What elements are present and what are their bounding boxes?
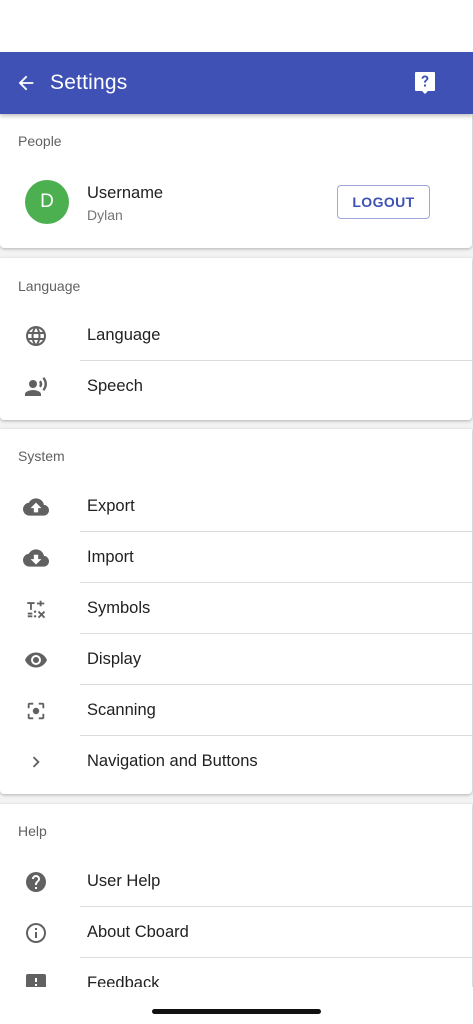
settings-item-export[interactable]: Export bbox=[0, 481, 472, 532]
settings-item-speech[interactable]: Speech bbox=[0, 361, 472, 412]
cloud-upload-icon bbox=[22, 494, 50, 520]
help-button[interactable] bbox=[411, 69, 439, 97]
feedback-icon bbox=[22, 971, 50, 987]
item-label: Symbols bbox=[87, 599, 151, 617]
item-label: Scanning bbox=[87, 701, 156, 719]
people-section: People D Username Dylan LOGOUT bbox=[0, 114, 472, 248]
settings-item-language[interactable]: Language bbox=[0, 310, 472, 361]
help-section: Help User Help About Cboard Feedback bbox=[0, 804, 472, 987]
item-label: Language bbox=[87, 326, 161, 344]
status-bar bbox=[0, 0, 473, 52]
settings-item-about[interactable]: About Cboard bbox=[0, 907, 472, 958]
arrow-back-icon bbox=[18, 75, 34, 91]
help-icon bbox=[415, 72, 435, 94]
item-label: Navigation and Buttons bbox=[87, 752, 258, 770]
item-label: About Cboard bbox=[87, 923, 189, 941]
eye-icon bbox=[22, 647, 50, 673]
section-title: Language bbox=[18, 278, 81, 294]
item-label: Import bbox=[87, 548, 134, 566]
item-label: Export bbox=[87, 497, 135, 515]
language-section: Language Language Speech bbox=[0, 258, 472, 420]
section-title: System bbox=[18, 448, 65, 464]
section-title: Help bbox=[18, 823, 47, 839]
item-label: User Help bbox=[87, 872, 161, 890]
back-button[interactable] bbox=[12, 69, 40, 97]
symbols-icon bbox=[22, 596, 50, 622]
help-circle-icon bbox=[22, 869, 50, 895]
avatar: D bbox=[25, 180, 69, 224]
settings-item-scanning[interactable]: Scanning bbox=[0, 685, 472, 736]
globe-icon bbox=[22, 323, 50, 349]
username-value: Dylan bbox=[87, 207, 123, 223]
settings-item-import[interactable]: Import bbox=[0, 532, 472, 583]
home-indicator[interactable] bbox=[152, 1009, 321, 1014]
chevron-right-icon bbox=[22, 749, 50, 775]
settings-item-display[interactable]: Display bbox=[0, 634, 472, 685]
item-label: Speech bbox=[87, 377, 143, 395]
page-title: Settings bbox=[50, 71, 128, 94]
item-label: Feedback bbox=[87, 974, 160, 987]
username-label: Username bbox=[87, 184, 164, 202]
bottom-safe-area bbox=[0, 987, 473, 1024]
section-title: People bbox=[18, 133, 62, 149]
cloud-download-icon bbox=[22, 545, 50, 571]
info-icon bbox=[22, 920, 50, 946]
settings-item-feedback[interactable]: Feedback bbox=[0, 958, 472, 987]
settings-item-user-help[interactable]: User Help bbox=[0, 856, 472, 907]
record-voice-icon bbox=[22, 374, 50, 400]
item-label: Display bbox=[87, 650, 142, 668]
settings-item-navigation[interactable]: Navigation and Buttons bbox=[0, 736, 472, 787]
settings-list[interactable]: People D Username Dylan LOGOUT Language … bbox=[0, 114, 473, 987]
scan-icon bbox=[22, 698, 50, 724]
logout-button[interactable]: LOGOUT bbox=[337, 185, 430, 219]
settings-item-symbols[interactable]: Symbols bbox=[0, 583, 472, 634]
system-section: System Export Import Symbols Display Sca… bbox=[0, 429, 472, 794]
app-bar: Settings bbox=[0, 52, 473, 114]
